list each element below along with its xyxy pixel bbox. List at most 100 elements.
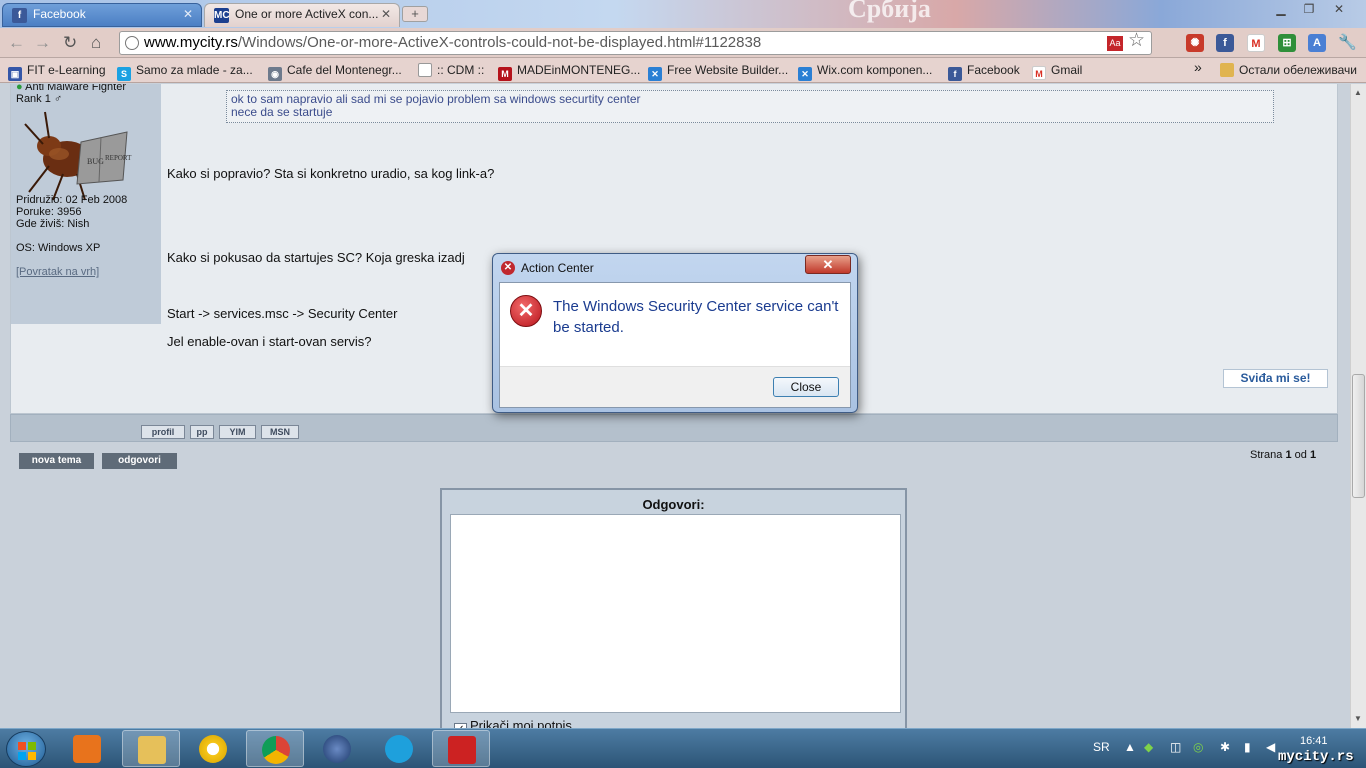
scroll-down-icon[interactable]: ▼ xyxy=(1354,714,1362,723)
scroll-thumb[interactable] xyxy=(1352,374,1365,498)
back-icon[interactable]: ← xyxy=(8,33,25,53)
address-bar[interactable]: www.mycity.rs/Windows/One-or-more-Active… xyxy=(119,30,1152,55)
msn-button[interactable]: MSN xyxy=(261,425,299,439)
power-icon[interactable]: ▮ xyxy=(1244,740,1251,754)
explorer-button[interactable] xyxy=(122,730,180,767)
bookmark-item[interactable]: ✕ Free Website Builder... xyxy=(648,63,788,81)
reply-box: Odgovori: ✓Prikači moj potpis xyxy=(440,488,907,728)
wrench-icon[interactable]: 🔧 xyxy=(1338,34,1357,52)
bookmark-item[interactable]: ◉ Cafe del Montenegr... xyxy=(268,63,402,81)
tray-app-icon[interactable]: ◫ xyxy=(1170,740,1181,754)
profile-button[interactable]: profil xyxy=(141,425,185,439)
browser-title-bar: Србија f Facebook ✕ MC One or more Activ… xyxy=(0,0,1366,28)
dialog-footer: Close xyxy=(500,366,850,407)
dialog-message: The Windows Security Center service can'… xyxy=(553,298,839,336)
pagination-info: Strana 1 od 1 xyxy=(1250,449,1317,461)
pdf-extension-icon[interactable]: Aa xyxy=(1107,36,1123,51)
language-indicator[interactable]: SR xyxy=(1093,740,1110,754)
quote-line: ok to sam napravio ali sad mi se pojavio… xyxy=(231,92,641,106)
other-bookmarks[interactable]: Остали обележивачи xyxy=(1220,63,1357,77)
show-hidden-icons[interactable]: ▲ xyxy=(1124,740,1136,754)
bookmark-item[interactable]: S Samo za mlade - za... xyxy=(117,63,253,81)
windows-extension-icon[interactable]: ⊞ xyxy=(1278,34,1296,52)
made-in-montenegro-icon: M xyxy=(498,67,512,81)
bookmark-icon: ▣ xyxy=(8,67,22,81)
chrome-button[interactable] xyxy=(246,730,304,767)
post-text-line: Kako si popravio? Sta si konkretno uradi… xyxy=(167,166,495,181)
new-tab-button[interactable]: + xyxy=(402,6,428,22)
flag-text: Србија xyxy=(848,0,931,23)
reply-button[interactable]: odgovori xyxy=(102,453,177,469)
folder-icon xyxy=(138,736,166,764)
tray-app-icon[interactable]: ◎ xyxy=(1193,740,1203,754)
extension-bug-icon[interactable]: ✺ xyxy=(1186,34,1204,52)
user-joined: Pridružio: 02 Feb 2008 xyxy=(16,194,128,206)
back-to-top-link[interactable]: [Povratak na vrh] xyxy=(16,266,99,278)
action-center-dialog: ✕ Action Center ✕ ✕ The Windows Security… xyxy=(492,253,858,413)
facebook-icon: f xyxy=(12,8,27,23)
gmail-extension-icon[interactable]: M xyxy=(1247,34,1265,52)
facebook-icon: f xyxy=(948,67,962,81)
tab-active-thread[interactable]: MC One or more ActiveX con... ✕ xyxy=(204,3,400,27)
tab-facebook[interactable]: f Facebook ✕ xyxy=(2,3,202,27)
reload-icon[interactable]: ↻ xyxy=(63,33,77,53)
user-location: Gde živiš: Nish xyxy=(16,218,90,230)
bookmark-item[interactable]: ✕ Wix.com komponen... xyxy=(798,63,932,81)
bookmark-star-icon[interactable]: ☆ xyxy=(1128,30,1145,52)
bookmark-icon: ◉ xyxy=(268,67,282,81)
close-tab-icon[interactable]: ✕ xyxy=(183,7,193,21)
svg-text:REPORT: REPORT xyxy=(105,154,132,162)
wix-icon: ✕ xyxy=(648,67,662,81)
bookmark-item[interactable]: f Facebook xyxy=(948,63,1020,81)
facebook-extension-icon[interactable]: f xyxy=(1216,34,1234,52)
translate-extension-icon[interactable]: A xyxy=(1308,34,1326,52)
bookmark-item[interactable]: M Gmail xyxy=(1032,63,1082,80)
reply-title: Odgovori: xyxy=(642,497,705,512)
bookmark-item[interactable]: M MADEinMONTENEG... xyxy=(498,63,640,81)
bookmark-item[interactable]: ▣ FIT e-Learning xyxy=(8,63,106,81)
folder-icon xyxy=(1220,63,1234,77)
bluetooth-icon[interactable]: ✱ xyxy=(1220,740,1230,754)
minimize-button[interactable]: ▁ xyxy=(1268,2,1294,18)
forward-icon[interactable]: → xyxy=(34,33,51,53)
chrome-icon xyxy=(262,736,290,764)
user-avatar: BUG REPORT xyxy=(24,111,132,201)
tab-label: One or more ActiveX con... xyxy=(235,7,379,21)
page-scrollbar[interactable]: ▲ ▼ xyxy=(1350,84,1366,728)
url-path: /Windows/One-or-more-ActiveX-controls-co… xyxy=(237,34,762,51)
wix-icon: ✕ xyxy=(798,67,812,81)
volume-icon[interactable]: ◀ xyxy=(1266,740,1275,754)
bookmarks-overflow-button[interactable]: » xyxy=(1194,59,1202,75)
svg-text:BUG: BUG xyxy=(87,157,104,166)
telenor-button[interactable] xyxy=(370,730,428,767)
quote-line: nece da se startuje xyxy=(231,105,333,119)
globe-icon xyxy=(125,36,139,50)
error-icon: ✕ xyxy=(501,261,515,275)
mycity-icon: MC xyxy=(214,8,230,23)
yim-button[interactable]: YIM xyxy=(219,425,256,439)
clock[interactable]: 16:41 xyxy=(1300,734,1328,748)
start-button[interactable] xyxy=(6,731,46,767)
scroll-up-icon[interactable]: ▲ xyxy=(1354,88,1362,97)
close-window-button[interactable]: ✕ xyxy=(1326,2,1352,18)
chrome-canary-button[interactable] xyxy=(184,730,242,767)
media-player-button[interactable] xyxy=(58,730,116,767)
malwarebytes-button[interactable] xyxy=(432,730,490,767)
close-button[interactable]: Close xyxy=(773,377,839,397)
pm-button[interactable]: pp xyxy=(190,425,214,439)
reply-textarea[interactable] xyxy=(450,514,901,713)
bookmarks-bar: ▣ FIT e-Learning S Samo za mlade - za... ◉… xyxy=(0,58,1366,83)
taskbar: SR ▲ ◆ ◫ ◎ ✱ ▮ ◀ 16:41 mycity.rs xyxy=(0,728,1366,768)
bookmark-item[interactable]: :: CDM :: xyxy=(418,63,484,77)
new-topic-button[interactable]: nova tema xyxy=(19,453,94,469)
dialog-close-icon[interactable]: ✕ xyxy=(805,255,851,274)
like-button[interactable]: Sviđa mi se! xyxy=(1223,369,1328,388)
tray-app-icon[interactable]: ◆ xyxy=(1144,740,1153,754)
home-icon[interactable]: ⌂ xyxy=(91,33,101,53)
maximize-button[interactable]: ❐ xyxy=(1296,2,1322,18)
quote-box: ok to sam napravio ali sad mi se pojavio… xyxy=(226,90,1274,123)
post-text-line: Jel enable-ovan i start-ovan servis? xyxy=(167,334,372,349)
network-app-button[interactable] xyxy=(308,730,366,767)
signature-option[interactable]: ✓Prikači moj potpis xyxy=(454,718,572,728)
close-tab-icon[interactable]: ✕ xyxy=(381,7,391,21)
